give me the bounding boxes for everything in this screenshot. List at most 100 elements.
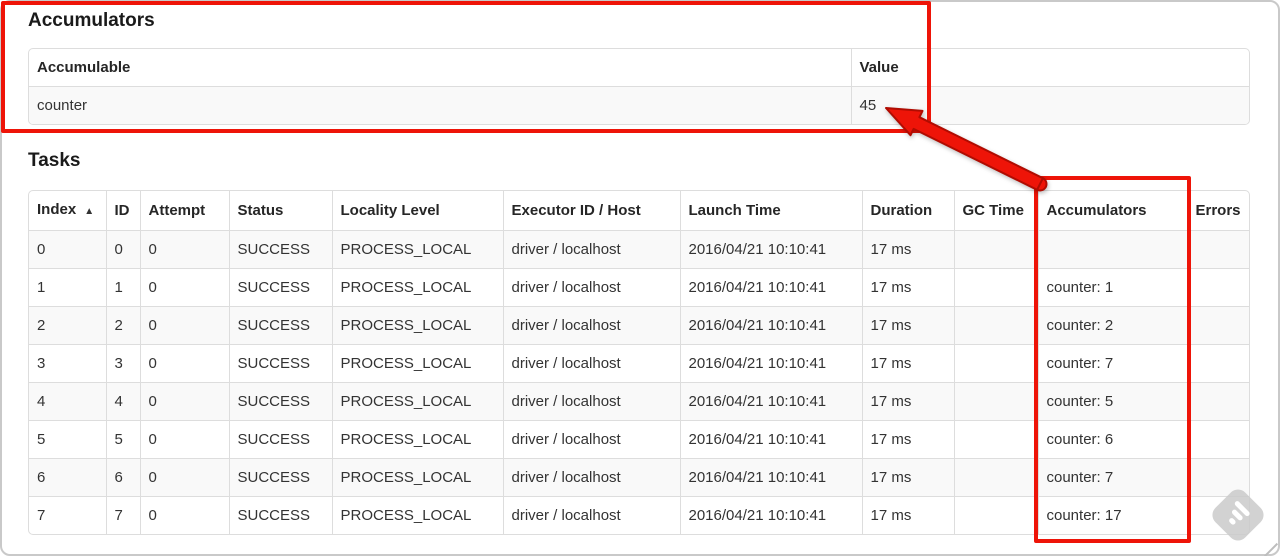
task-cell-index: 0 bbox=[29, 230, 106, 269]
watermark-stripe bbox=[1228, 517, 1237, 526]
task-cell-duration: 17 ms bbox=[861, 382, 954, 421]
task-cell-attempt: 0 bbox=[139, 306, 229, 345]
tasks-header-row: Index ▲ ID Attempt Status Locality Level … bbox=[29, 191, 1249, 231]
task-cell-executor-id-host: driver / localhost bbox=[502, 344, 680, 383]
task-cell-accumulators: counter: 6 bbox=[1037, 420, 1187, 459]
task-cell-errors bbox=[1186, 420, 1249, 459]
task-cell-duration: 17 ms bbox=[861, 420, 954, 459]
task-cell-id: 2 bbox=[105, 306, 140, 345]
task-cell-accumulators: counter: 7 bbox=[1037, 458, 1187, 497]
task-cell-launch-time: 2016/04/21 10:10:41 bbox=[679, 496, 862, 534]
task-cell-gc-time bbox=[953, 496, 1038, 534]
task-cell-accumulators: counter: 1 bbox=[1037, 268, 1187, 307]
column-header-errors[interactable]: Errors bbox=[1186, 191, 1249, 231]
task-cell-launch-time: 2016/04/21 10:10:41 bbox=[679, 344, 862, 383]
task-cell-locality-level: PROCESS_LOCAL bbox=[331, 458, 503, 497]
task-cell-id: 0 bbox=[105, 230, 140, 269]
accumulators-table: Accumulable Value counter 45 bbox=[28, 48, 1250, 125]
task-cell-accumulators: counter: 5 bbox=[1037, 382, 1187, 421]
column-header-duration[interactable]: Duration bbox=[861, 191, 954, 231]
accumulator-row: counter 45 bbox=[29, 86, 1249, 124]
task-cell-index: 5 bbox=[29, 420, 106, 459]
task-cell-id: 7 bbox=[105, 496, 140, 534]
task-cell-status: SUCCESS bbox=[228, 344, 332, 383]
task-row: 6 6 0 SUCCESS PROCESS_LOCAL driver / localhos… bbox=[29, 458, 1249, 497]
task-cell-duration: 17 ms bbox=[861, 268, 954, 307]
task-cell-launch-time: 2016/04/21 10:10:41 bbox=[679, 230, 862, 269]
task-cell-attempt: 0 bbox=[139, 382, 229, 421]
column-header-accumulators[interactable]: Accumulators bbox=[1037, 191, 1187, 231]
column-header-locality-level[interactable]: Locality Level bbox=[331, 191, 503, 231]
task-row: 0 0 0 SUCCESS PROCESS_LOCAL driver / localhos… bbox=[29, 230, 1249, 269]
task-cell-accumulators: counter: 2 bbox=[1037, 306, 1187, 345]
task-cell-status: SUCCESS bbox=[228, 230, 332, 269]
task-cell-duration: 17 ms bbox=[861, 344, 954, 383]
task-cell-executor-id-host: driver / localhost bbox=[502, 268, 680, 307]
tasks-section-title: Tasks bbox=[28, 150, 81, 171]
task-cell-attempt: 0 bbox=[139, 230, 229, 269]
task-cell-locality-level: PROCESS_LOCAL bbox=[331, 306, 503, 345]
task-cell-locality-level: PROCESS_LOCAL bbox=[331, 268, 503, 307]
task-cell-status: SUCCESS bbox=[228, 420, 332, 459]
task-cell-id: 3 bbox=[105, 344, 140, 383]
task-cell-index: 3 bbox=[29, 344, 106, 383]
task-cell-accumulators: counter: 17 bbox=[1037, 496, 1187, 534]
task-cell-gc-time bbox=[953, 306, 1038, 345]
task-cell-duration: 17 ms bbox=[861, 230, 954, 269]
task-cell-executor-id-host: driver / localhost bbox=[502, 306, 680, 345]
column-header-attempt[interactable]: Attempt bbox=[139, 191, 229, 231]
task-cell-gc-time bbox=[953, 344, 1038, 383]
column-header-id[interactable]: ID bbox=[105, 191, 140, 231]
corner-resize-mark bbox=[1263, 542, 1279, 556]
task-cell-status: SUCCESS bbox=[228, 268, 332, 307]
task-cell-launch-time: 2016/04/21 10:10:41 bbox=[679, 306, 862, 345]
column-header-launch-time[interactable]: Launch Time bbox=[679, 191, 862, 231]
task-cell-status: SUCCESS bbox=[228, 382, 332, 421]
task-cell-duration: 17 ms bbox=[861, 306, 954, 345]
task-cell-attempt: 0 bbox=[139, 420, 229, 459]
value-column-header: Value bbox=[850, 49, 1249, 87]
column-header-status[interactable]: Status bbox=[228, 191, 332, 231]
task-cell-gc-time bbox=[953, 382, 1038, 421]
task-cell-id: 6 bbox=[105, 458, 140, 497]
task-cell-id: 1 bbox=[105, 268, 140, 307]
task-row: 3 3 0 SUCCESS PROCESS_LOCAL driver / localhos… bbox=[29, 344, 1249, 383]
task-cell-accumulators bbox=[1037, 230, 1187, 269]
task-row: 2 2 0 SUCCESS PROCESS_LOCAL driver / localhos… bbox=[29, 306, 1249, 345]
task-cell-locality-level: PROCESS_LOCAL bbox=[331, 420, 503, 459]
accumulators-header-row: Accumulable Value bbox=[29, 49, 1249, 87]
tasks-table: Index ▲ ID Attempt Status Locality Level … bbox=[28, 190, 1250, 535]
task-cell-attempt: 0 bbox=[139, 496, 229, 534]
accumulable-column-header: Accumulable bbox=[37, 59, 131, 76]
task-cell-index: 2 bbox=[29, 306, 106, 345]
task-cell-duration: 17 ms bbox=[861, 458, 954, 497]
task-cell-launch-time: 2016/04/21 10:10:41 bbox=[679, 458, 862, 497]
task-cell-launch-time: 2016/04/21 10:10:41 bbox=[679, 268, 862, 307]
task-cell-id: 5 bbox=[105, 420, 140, 459]
task-cell-locality-level: PROCESS_LOCAL bbox=[331, 230, 503, 269]
task-cell-errors bbox=[1186, 382, 1249, 421]
spark-ui-tasks-page: Accumulators Accumulable Value counter 4… bbox=[0, 0, 1280, 556]
column-header-index-label: Index bbox=[37, 201, 77, 218]
sort-ascending-icon: ▲ bbox=[84, 206, 95, 217]
task-cell-attempt: 0 bbox=[139, 458, 229, 497]
accumulable-value-cell: 45 bbox=[850, 86, 1249, 124]
task-cell-accumulators: counter: 7 bbox=[1037, 344, 1187, 383]
task-cell-errors bbox=[1186, 268, 1249, 307]
task-cell-errors bbox=[1186, 344, 1249, 383]
task-cell-executor-id-host: driver / localhost bbox=[502, 420, 680, 459]
task-row: 4 4 0 SUCCESS PROCESS_LOCAL driver / localhos… bbox=[29, 382, 1249, 421]
task-cell-index: 4 bbox=[29, 382, 106, 421]
task-row: 7 7 0 SUCCESS PROCESS_LOCAL driver / localhos… bbox=[29, 496, 1249, 534]
column-header-executor-id-host[interactable]: Executor ID / Host bbox=[502, 191, 680, 231]
task-cell-gc-time bbox=[953, 458, 1038, 497]
task-cell-attempt: 0 bbox=[139, 268, 229, 307]
task-cell-executor-id-host: driver / localhost bbox=[502, 496, 680, 534]
task-cell-executor-id-host: driver / localhost bbox=[502, 458, 680, 497]
column-header-gc-time[interactable]: GC Time bbox=[953, 191, 1038, 231]
column-header-index[interactable]: Index ▲ bbox=[29, 191, 106, 231]
task-cell-executor-id-host: driver / localhost bbox=[502, 382, 680, 421]
task-cell-errors bbox=[1186, 306, 1249, 345]
tasks-table-body: 0 0 0 SUCCESS PROCESS_LOCAL driver / localhos… bbox=[29, 230, 1249, 534]
task-cell-index: 1 bbox=[29, 268, 106, 307]
